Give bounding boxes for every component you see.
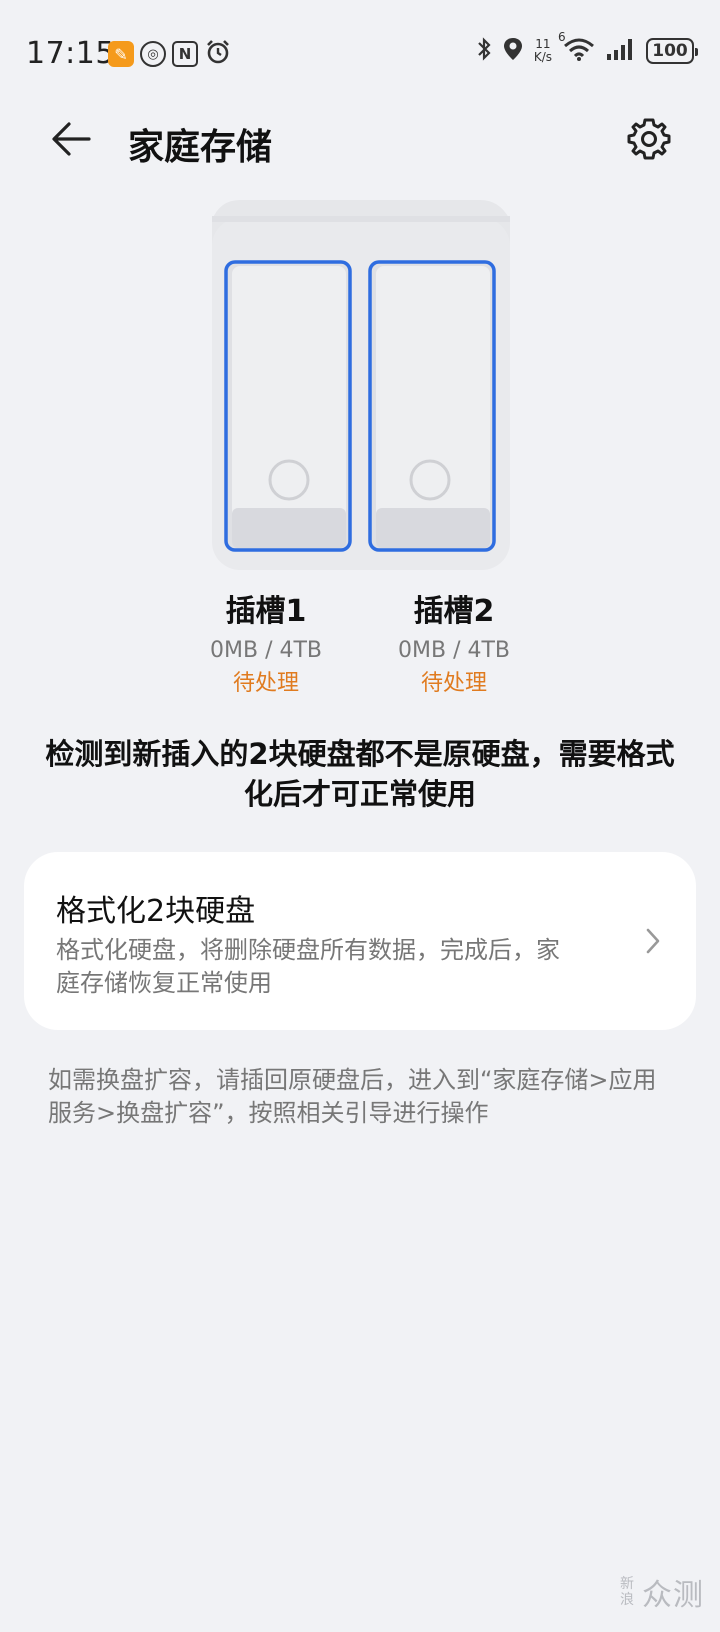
status-time: 17:15 [26,36,115,71]
notification-icons: ✎ ◎ N [108,38,232,70]
wifi-icon: 6 [558,30,596,66]
back-arrow-icon [52,122,91,156]
speed-unit: K/s [533,50,552,64]
format-card-description: 格式化硬盘，将删除硬盘所有数据，完成后，家庭存储恢复正常使用 [56,936,560,997]
nfc-icon: N [172,41,198,67]
network-speed: 11 K/s [534,38,552,64]
alarm-icon [204,38,232,70]
expansion-hint: 如需换盘扩容，请插回原硬盘后，进入到“家庭存储>应用服务>换盘扩容”，按照相关引… [48,1066,657,1127]
watermark-logo: 新浪 众测 [618,1570,704,1614]
app-notification-icon: ◎ [140,41,166,67]
status-bar: 17:15 ✎ ◎ N 11 K/s 6 100 [0,0,720,104]
system-icons: 11 K/s 6 100 [476,30,698,66]
bluetooth-icon [476,36,492,66]
slot-capacity: 0MB / 4TB [210,638,322,663]
watermark-big: 众测 [642,1578,704,1613]
new-disk-notice: 检测到新插入的2块硬盘都不是原硬盘，需要格式化后才可正常使用 [45,737,675,811]
settings-button[interactable] [624,114,674,164]
back-button[interactable] [46,114,96,164]
slot-name: 插槽2 [413,594,495,629]
slot-status: 待处理 [420,671,487,696]
watermark-small: 新浪 [620,1576,634,1608]
format-card-title: 格式化2块硬盘 [56,894,256,929]
format-disks-card[interactable]: 格式化2块硬盘 格式化硬盘，将删除硬盘所有数据，完成后，家庭存储恢复正常使用 [24,852,696,1030]
page-title: 家庭存储 [128,127,273,168]
battery-indicator: 100 [646,38,698,64]
drive-slot-1[interactable] [224,260,352,552]
drive-slot-2[interactable] [368,260,496,552]
wifi-type: 6 [558,30,566,44]
slot-capacity: 0MB / 4TB [398,638,510,663]
slot-status: 待处理 [232,671,299,696]
chevron-right-icon [640,924,666,958]
cellular-signal-icon [606,37,636,65]
slot-2-info: 插槽2 0MB / 4TB 待处理 [359,592,549,700]
slot-name: 插槽1 [225,594,307,629]
slot-1-info: 插槽1 0MB / 4TB 待处理 [171,592,361,700]
location-icon [502,36,524,66]
nas-device-illustration [210,196,510,574]
app-notification-icon: ✎ [108,41,134,67]
gear-icon [627,118,671,160]
